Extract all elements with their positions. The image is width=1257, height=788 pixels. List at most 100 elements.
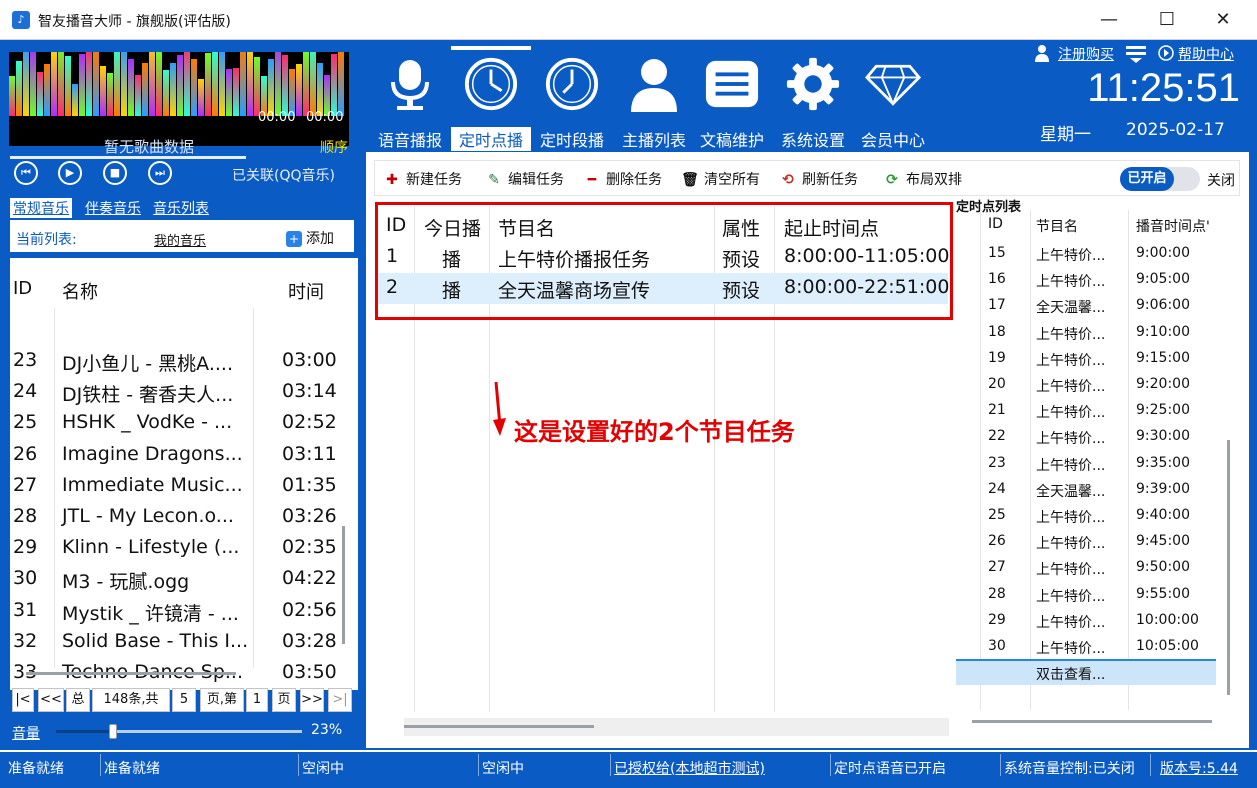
qq-music-link[interactable]: 已关联(QQ音乐) — [232, 165, 335, 185]
song-id: 32 — [13, 629, 38, 652]
enable-toggle[interactable]: 已开启 — [1120, 167, 1200, 191]
song-row[interactable]: 27 Immediate Music... 01:35 — [10, 471, 350, 502]
version-link[interactable]: 版本号:5.44 — [1160, 758, 1238, 778]
song-row[interactable]: 28 JTL - My Lecon.o... 03:26 — [10, 502, 350, 533]
date: 2025-02-17 — [1126, 120, 1225, 140]
timepoint-row[interactable]: 23 上午特价... 9:35:00 — [956, 450, 1216, 476]
song-row[interactable]: 24 DJ铁柱 - 奢香夫人... 03:14 — [10, 377, 350, 408]
song-row[interactable]: 32 Solid Base - This I... 03:28 — [10, 627, 350, 658]
song-row[interactable]: 26 Imagine Dragons... 03:11 — [10, 440, 350, 471]
volume-slider[interactable] — [56, 724, 302, 739]
song-row[interactable]: 25 HSHK _ VodKe - ... 02:52 — [10, 408, 350, 439]
spectrum-bar — [23, 52, 29, 116]
tp-name: 全天温馨... — [1036, 483, 1106, 500]
song-name: M3 - 玩腻.ogg — [62, 571, 190, 594]
nav-timed-play[interactable]: 定时点播 — [451, 46, 531, 151]
timepoint-row[interactable]: 18 上午特价... 9:10:00 — [956, 319, 1216, 345]
clear-all-button[interactable]: 🗑 清空所有 — [681, 169, 760, 189]
toggle-off-label[interactable]: 关闭 — [1207, 170, 1235, 190]
add-music-button[interactable]: + 添加 — [286, 228, 334, 248]
song-id: 27 — [13, 473, 38, 496]
edit-task-label: 编辑任务 — [508, 172, 564, 188]
song-list-hscrollbar[interactable] — [26, 672, 236, 675]
timepoint-row[interactable]: 28 上午特价... 9:55:00 — [956, 581, 1216, 607]
tab-music-list[interactable]: 音乐列表 — [150, 198, 212, 218]
song-row[interactable]: 31 Mystik _ 许镜清 - ... 02:56 — [10, 596, 350, 627]
song-list-scrollbar[interactable] — [342, 526, 345, 644]
new-task-button[interactable]: ✚ 新建任务 — [383, 169, 462, 189]
volume-knob[interactable] — [109, 724, 117, 739]
song-id: 31 — [13, 598, 38, 621]
nav-host-list[interactable]: 主播列表 — [614, 50, 694, 150]
timepoint-row[interactable]: 26 上午特价... 9:45:00 — [956, 528, 1216, 554]
spectrum-bar — [310, 52, 316, 116]
previous-icon[interactable]: ⏮ — [14, 161, 38, 185]
layout-dual-button[interactable]: ⟳ 布局双排 — [883, 169, 962, 189]
tab-accompaniment[interactable]: 伴奏音乐 — [82, 198, 144, 218]
play-order-button[interactable]: 顺序 — [320, 137, 348, 157]
timepoint-row[interactable]: 21 上午特价... 9:25:00 — [956, 397, 1216, 423]
first-page-button[interactable]: |< — [12, 688, 34, 712]
status-divider — [100, 754, 101, 776]
nav-system-settings[interactable]: 系统设置 — [773, 50, 853, 150]
help-center-link[interactable]: 帮助中心 — [1178, 44, 1234, 64]
next-icon[interactable]: ⏭ — [148, 161, 172, 185]
nav-script-maintenance[interactable]: 文稿维护 — [692, 50, 772, 150]
menu-icon[interactable] — [1124, 44, 1148, 64]
stop-icon[interactable]: ■ — [103, 161, 127, 185]
nav-member-center[interactable]: 会员中心 — [853, 50, 933, 150]
spectrum-bar — [331, 54, 337, 116]
license-link[interactable]: 已授权给(本地超市测试) — [614, 758, 765, 778]
nav-label: 定时段播 — [539, 131, 604, 150]
minimize-button[interactable]: — — [1086, 6, 1132, 34]
delete-task-button[interactable]: ━ 删除任务 — [583, 169, 662, 189]
timepoint-list: 定时点列表 ID 节目名 播音时间点' 15 上午特价... 9:00:00 16 上午… — [956, 200, 1244, 742]
nav-voice-broadcast[interactable]: 语音播报 — [370, 50, 450, 150]
task-table-hscrollbar[interactable] — [404, 718, 949, 736]
next-page-button[interactable]: >> — [300, 688, 324, 712]
timepoint-row[interactable]: 29 上午特价... 10:00:00 — [956, 607, 1216, 633]
tp-id: 30 — [988, 638, 1006, 654]
current-page[interactable]: 1 — [246, 688, 268, 712]
tp-id: 16 — [988, 271, 1006, 288]
spectrum-bar — [107, 73, 113, 116]
tp-time: 10:00:00 — [1136, 611, 1199, 628]
tab-regular-music[interactable]: 常规音乐 — [10, 198, 72, 218]
timepoint-row[interactable]: 25 上午特价... 9:40:00 — [956, 502, 1216, 528]
timepoint-hscrollbar[interactable] — [972, 720, 1212, 723]
timepoint-row[interactable]: 27 上午特价... 9:50:00 — [956, 554, 1216, 580]
view-more-row[interactable]: 双击查看... — [956, 659, 1216, 686]
last-page-button[interactable]: >| — [328, 688, 352, 712]
tp-id: 19 — [988, 349, 1006, 366]
nav-label: 主播列表 — [621, 131, 686, 150]
scroll-thumb[interactable] — [404, 725, 594, 728]
refresh-task-button[interactable]: ⟲ 刷新任务 — [779, 169, 858, 189]
timepoint-row[interactable]: 19 上午特价... 9:15:00 — [956, 345, 1216, 371]
timepoint-row[interactable]: 16 上午特价... 9:05:00 — [956, 266, 1216, 292]
timepoint-row[interactable]: 22 上午特价... 9:30:00 — [956, 423, 1216, 449]
page-count: 5 — [172, 688, 196, 712]
maximize-button[interactable]: ☐ — [1144, 6, 1190, 34]
timepoint-row[interactable]: 17 全天温馨... 9:06:00 — [956, 292, 1216, 318]
register-purchase-link[interactable]: 注册购买 — [1058, 44, 1114, 64]
song-time: 02:56 — [282, 598, 337, 621]
current-list-name[interactable]: 我的音乐 — [154, 230, 206, 249]
timepoint-row[interactable]: 30 上午特价... 10:05:00 — [956, 633, 1216, 659]
edit-task-button[interactable]: ✎ 编辑任务 — [485, 169, 564, 189]
prev-page-button[interactable]: << — [38, 688, 64, 712]
song-row[interactable]: 23 DJ小鱼儿 - 黑桃A.... 03:00 — [10, 346, 350, 377]
tp-time: 9:55:00 — [1136, 585, 1190, 602]
nav-timed-segment[interactable]: 定时段播 — [532, 50, 612, 150]
song-id: 26 — [13, 442, 38, 465]
close-button[interactable]: ✕ — [1200, 6, 1246, 34]
play-icon[interactable]: ▶ — [58, 161, 82, 185]
timepoint-row[interactable]: 20 上午特价... 9:20:00 — [956, 371, 1216, 397]
timepoint-scrollbar[interactable] — [1227, 440, 1230, 695]
tp-name: 上午特价... — [1036, 405, 1106, 422]
song-row[interactable]: 30 M3 - 玩腻.ogg 04:22 — [10, 564, 350, 595]
timepoint-row[interactable]: 15 上午特价... 9:00:00 — [956, 240, 1216, 266]
song-row[interactable]: 29 Klinn - Lifestyle (... 02:35 — [10, 533, 350, 564]
refresh-icon: ⟲ — [782, 172, 794, 188]
spectrum-bar — [177, 55, 183, 116]
timepoint-row[interactable]: 24 全天温馨... 9:39:00 — [956, 476, 1216, 502]
